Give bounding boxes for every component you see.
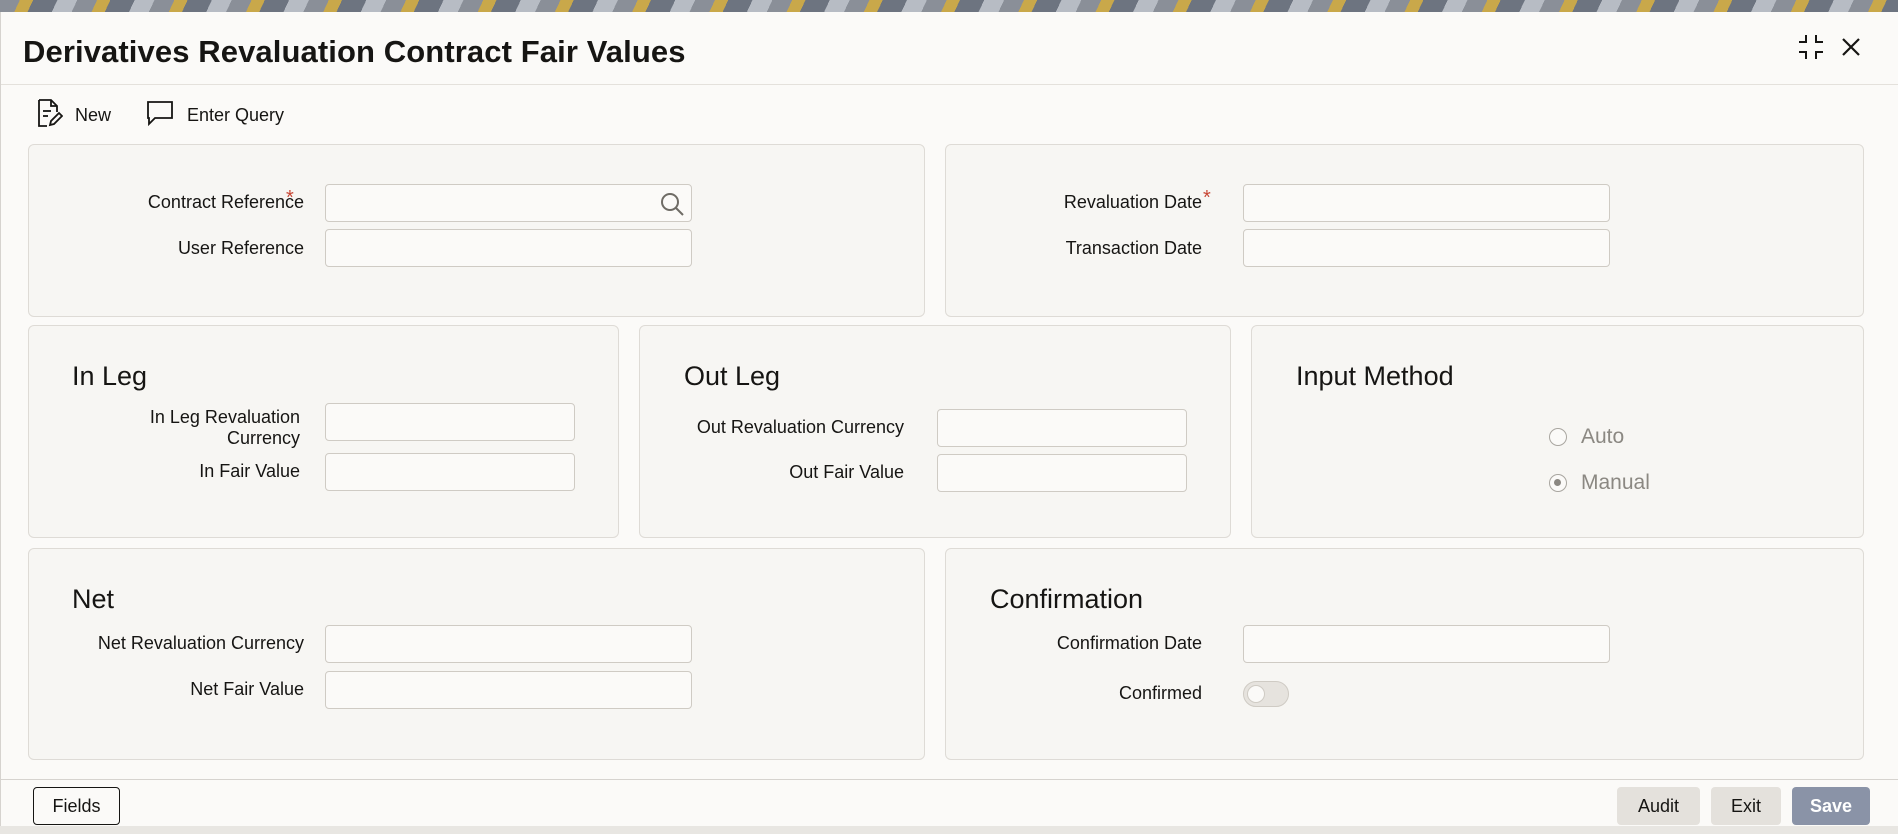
transaction-date-input[interactable] <box>1244 230 1609 266</box>
radio-manual[interactable]: Manual <box>1549 471 1650 495</box>
radio-manual-label: Manual <box>1581 471 1650 494</box>
contract-reference-label: Contract Reference <box>147 192 304 212</box>
close-icon[interactable] <box>1840 36 1862 58</box>
out-revaluation-currency-field[interactable] <box>937 409 1187 447</box>
revaluation-date-field[interactable] <box>1243 184 1610 222</box>
exit-button[interactable]: Exit <box>1711 787 1781 825</box>
net-panel: Net Net Revaluation Currency Net Fair Va… <box>28 548 925 760</box>
revaluation-date-input[interactable] <box>1244 185 1609 221</box>
in-fair-value-input[interactable] <box>326 454 574 490</box>
user-reference-field[interactable] <box>325 229 692 267</box>
save-button[interactable]: Save <box>1792 787 1870 825</box>
transaction-date-field[interactable] <box>1243 229 1610 267</box>
confirmation-date-label: Confirmation Date <box>1056 633 1202 653</box>
in-leg-currency-input[interactable] <box>326 404 574 440</box>
net-revaluation-currency-input[interactable] <box>326 626 691 662</box>
search-icon[interactable] <box>659 191 685 222</box>
contract-reference-input[interactable] <box>326 185 691 221</box>
confirmation-panel: Confirmation Confirmation Date Confirmed <box>945 548 1864 760</box>
audit-button[interactable]: Audit <box>1617 787 1700 825</box>
page-title: Derivatives Revaluation Contract Fair Va… <box>23 34 686 69</box>
out-revaluation-currency-label: Out Revaluation Currency <box>696 417 904 437</box>
radio-auto-label: Auto <box>1581 425 1625 448</box>
radio-circle-selected[interactable] <box>1549 474 1567 492</box>
chat-bubble-icon <box>145 99 175 132</box>
new-document-icon <box>35 98 64 133</box>
confirmed-label: Confirmed <box>1118 683 1202 703</box>
net-title: Net <box>72 584 115 614</box>
enter-query-button[interactable]: Enter Query <box>145 99 284 132</box>
in-leg-currency-label: In Leg Revaluation Currency <box>149 407 300 448</box>
toolbar: New Enter Query <box>35 98 284 133</box>
bottom-strip <box>0 826 1898 834</box>
net-fair-value-field[interactable] <box>325 671 692 709</box>
input-method-panel: Input Method Auto Manual <box>1251 325 1864 538</box>
out-revaluation-currency-input[interactable] <box>938 410 1186 446</box>
toggle-knob <box>1247 685 1265 703</box>
window-controls <box>1796 32 1862 62</box>
radio-circle[interactable] <box>1549 428 1567 446</box>
header-divider <box>1 84 1898 85</box>
out-fair-value-label: Out Fair Value <box>789 462 904 482</box>
out-leg-panel: Out Leg Out Revaluation Currency Out Fai… <box>639 325 1231 538</box>
minimize-icon[interactable] <box>1796 32 1826 62</box>
user-reference-label: User Reference <box>177 238 304 258</box>
net-fair-value-label: Net Fair Value <box>190 679 304 699</box>
footer-divider <box>1 779 1898 780</box>
confirmation-date-input[interactable] <box>1244 626 1609 662</box>
contract-panel: Contract Reference * User Reference <box>28 144 925 317</box>
contract-reference-field[interactable] <box>325 184 692 222</box>
radio-auto[interactable]: Auto <box>1549 425 1624 449</box>
in-leg-panel: In Leg In Leg Revaluation Currency In Fa… <box>28 325 619 538</box>
net-fair-value-input[interactable] <box>326 672 691 708</box>
confirmation-title: Confirmation <box>990 584 1144 614</box>
net-revaluation-currency-field[interactable] <box>325 625 692 663</box>
net-revaluation-currency-label: Net Revaluation Currency <box>97 633 304 653</box>
input-method-title: Input Method <box>1296 361 1454 391</box>
in-leg-title: In Leg <box>72 361 148 391</box>
fields-button[interactable]: Fields <box>33 787 120 825</box>
in-fair-value-field[interactable] <box>325 453 575 491</box>
date-panel: Revaluation Date * Transaction Date <box>945 144 1864 317</box>
confirmation-date-field[interactable] <box>1243 625 1610 663</box>
revaluation-date-label: Revaluation Date <box>1063 192 1202 212</box>
in-fair-value-label: In Fair Value <box>199 461 300 481</box>
out-fair-value-field[interactable] <box>937 454 1187 492</box>
user-reference-input[interactable] <box>326 230 691 266</box>
required-marker: * <box>286 187 294 209</box>
required-marker: * <box>1203 187 1211 209</box>
in-leg-currency-field[interactable] <box>325 403 575 441</box>
new-button[interactable]: New <box>35 98 111 133</box>
enter-query-label: Enter Query <box>187 105 285 125</box>
transaction-date-label: Transaction Date <box>1065 238 1202 258</box>
new-button-label: New <box>75 105 112 125</box>
out-fair-value-input[interactable] <box>938 455 1186 491</box>
out-leg-title: Out Leg <box>684 361 781 391</box>
dialog-window: Derivatives Revaluation Contract Fair Va… <box>0 12 1898 834</box>
confirmed-toggle[interactable] <box>1243 681 1289 707</box>
